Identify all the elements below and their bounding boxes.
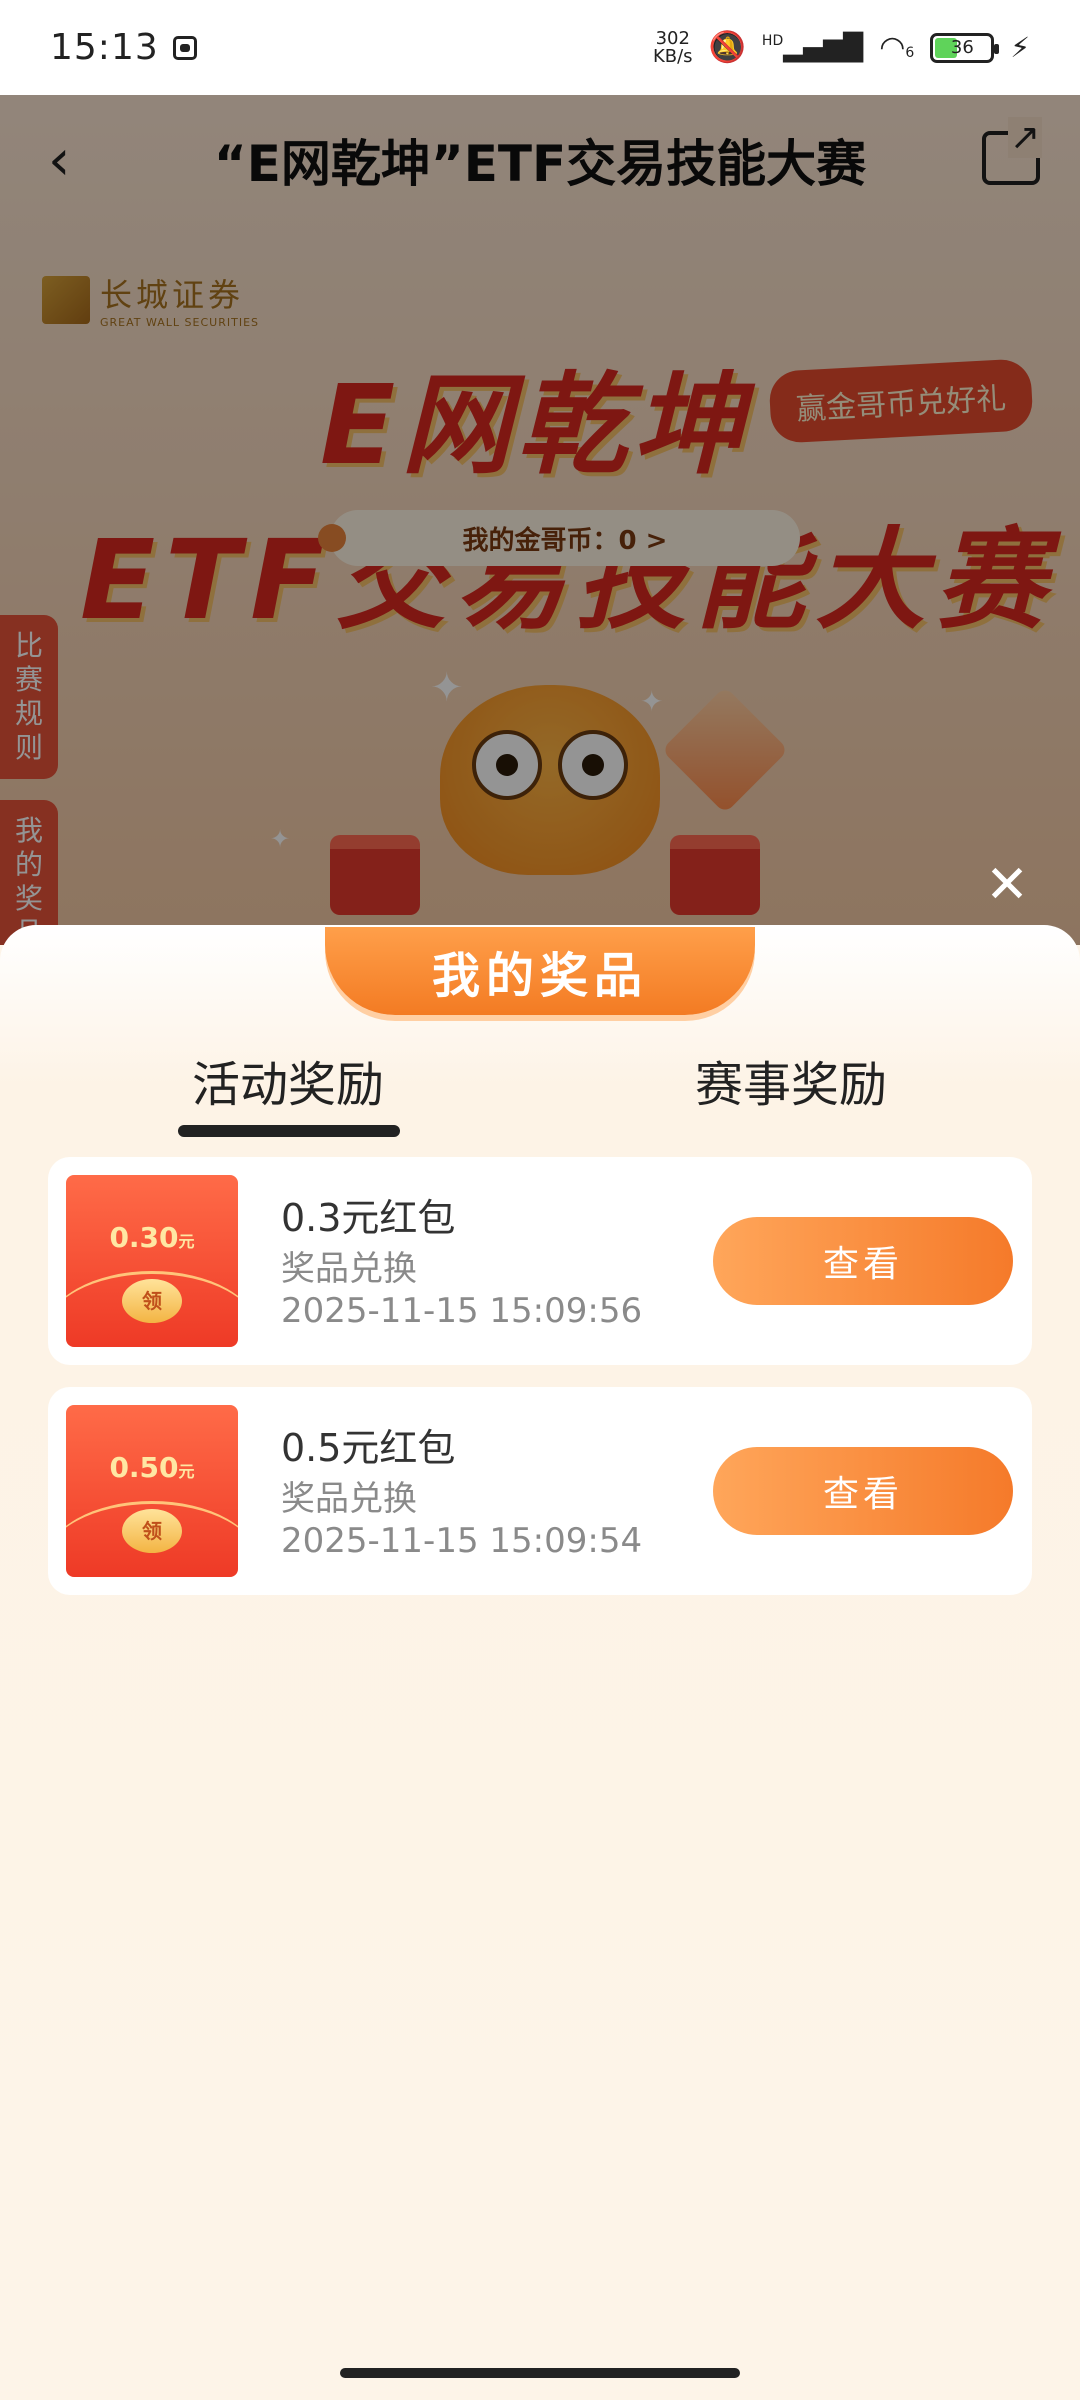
envelope-seal: 领 <box>122 1509 182 1553</box>
my-prizes-sheet: 我的奖品 活动奖励 赛事奖励 0.30元 领 0.3元红包 奖品兑换 2025-… <box>0 925 1080 2400</box>
status-bar: 15:13 302 KB/s 🔕 HD▂▄▆█ ◠6 36 ⚡ <box>0 0 1080 95</box>
red-envelope-icon: 0.50元 领 <box>66 1405 238 1577</box>
battery-level: 36 <box>950 37 974 58</box>
envelope-amount-value: 0.50 <box>109 1451 179 1484</box>
sheet-title: 我的奖品 <box>325 927 755 1015</box>
prize-time: 2025-11-15 15:09:56 <box>281 1291 643 1331</box>
prize-card: 0.50元 领 0.5元红包 奖品兑换 2025-11-15 15:09:54 … <box>48 1387 1032 1595</box>
message-notification-icon <box>172 35 197 60</box>
close-icon[interactable]: ✕ <box>982 859 1032 911</box>
wifi-icon: ◠6 <box>879 30 915 65</box>
status-icons: 302 KB/s 🔕 HD▂▄▆█ ◠6 36 ⚡ <box>652 27 1030 67</box>
prize-name: 0.3元红包 <box>281 1196 456 1240</box>
network-speed: 302 KB/s <box>652 27 693 67</box>
wifi-label: 6 <box>905 45 915 61</box>
network-speed-value: 302 <box>655 27 690 49</box>
tab-event-rewards[interactable]: 赛事奖励 <box>695 1045 887 1115</box>
tab-activity-rewards[interactable]: 活动奖励 <box>192 1045 384 1115</box>
envelope-amount: 0.50元 <box>66 1451 238 1484</box>
prize-time: 2025-11-15 15:09:54 <box>281 1521 643 1561</box>
prize-tabs: 活动奖励 赛事奖励 <box>0 1045 1080 1155</box>
envelope-seal: 领 <box>122 1279 182 1323</box>
active-tab-indicator <box>178 1125 400 1137</box>
red-envelope-icon: 0.30元 领 <box>66 1175 238 1347</box>
envelope-amount-unit: 元 <box>178 1462 195 1481</box>
silent-mode-icon: 🔕 <box>708 30 746 65</box>
prize-name: 0.5元红包 <box>281 1426 456 1470</box>
cellular-signal-icon: HD▂▄▆█ <box>761 32 864 63</box>
charging-icon: ⚡ <box>1010 31 1030 64</box>
modal-overlay[interactable] <box>0 95 1080 945</box>
prize-type: 奖品兑换 <box>281 1479 417 1519</box>
envelope-amount: 0.30元 <box>66 1221 238 1254</box>
view-button[interactable]: 查看 <box>713 1217 1013 1305</box>
battery-icon: 36 <box>930 32 1000 63</box>
home-indicator[interactable] <box>340 2368 740 2378</box>
prize-type: 奖品兑换 <box>281 1249 417 1289</box>
network-speed-unit: KB/s <box>652 45 693 67</box>
view-button[interactable]: 查看 <box>713 1447 1013 1535</box>
envelope-amount-value: 0.30 <box>109 1221 179 1254</box>
status-time: 15:13 <box>50 27 159 68</box>
envelope-amount-unit: 元 <box>178 1232 195 1251</box>
prize-card: 0.30元 领 0.3元红包 奖品兑换 2025-11-15 15:09:56 … <box>48 1157 1032 1365</box>
signal-hd-label: HD <box>761 32 784 49</box>
